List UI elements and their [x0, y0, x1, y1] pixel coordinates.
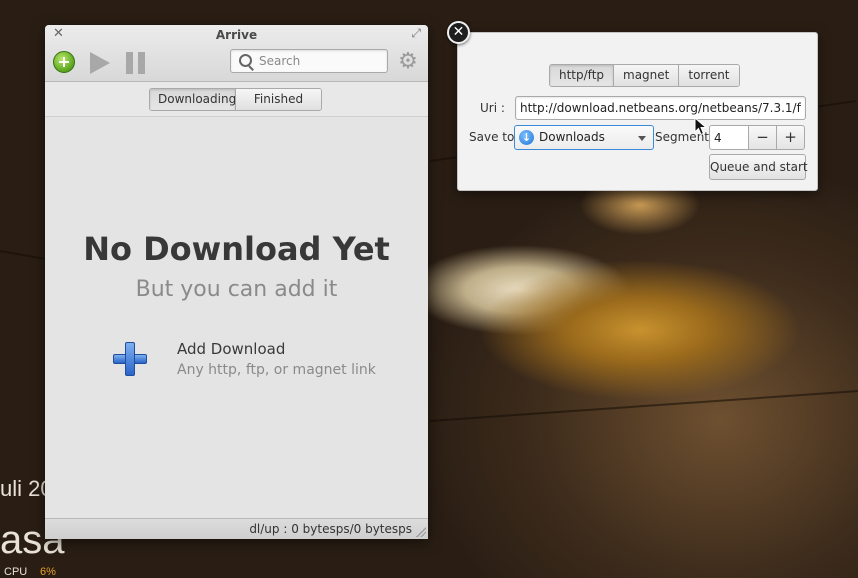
save-to-select[interactable]: Downloads: [514, 125, 654, 150]
tab-http-ftp[interactable]: http/ftp: [550, 65, 614, 86]
wood-groove: [429, 390, 858, 422]
desktop-cpu-value: 6%: [40, 566, 56, 578]
window-title: Arrive: [215, 28, 258, 42]
gear-icon[interactable]: ⚙: [397, 51, 419, 73]
transfer-rate: dl/up : 0 bytesps/0 bytesps: [249, 522, 412, 536]
uri-input[interactable]: [515, 96, 806, 120]
search-box[interactable]: [230, 49, 388, 73]
titlebar: ✕ Arrive ⤢ ⚙: [45, 25, 428, 82]
status-bar: dl/up : 0 bytesps/0 bytesps: [45, 518, 428, 539]
tab-torrent[interactable]: torrent: [678, 65, 739, 86]
segment-input[interactable]: [709, 125, 749, 150]
resize-grip-icon[interactable]: [416, 527, 426, 537]
desktop-cpu-label: CPU: [4, 566, 28, 578]
add-circle-icon[interactable]: [53, 51, 75, 73]
segment-decrease-button[interactable]: −: [748, 125, 777, 150]
download-folder-icon: [519, 130, 534, 145]
empty-subtitle: But you can add it: [135, 277, 338, 302]
download-tabs: Downloading Finished: [149, 88, 322, 111]
popover-close-icon[interactable]: ✕: [447, 21, 470, 44]
wood-groove: [0, 250, 45, 260]
uri-label: Uri :: [480, 101, 505, 115]
maximize-icon[interactable]: ⤢: [411, 26, 421, 41]
add-download-popover: http/ftp magnet torrent Uri : Save to : …: [457, 32, 818, 191]
search-icon: [239, 54, 252, 67]
segment-increase-button[interactable]: +: [776, 125, 805, 150]
mouse-cursor-icon: [694, 117, 708, 136]
arrive-window: ✕ Arrive ⤢ ⚙ Downloading Finished No Dow…: [45, 25, 428, 539]
tab-downloading[interactable]: Downloading: [150, 89, 236, 110]
save-to-value: Downloads: [539, 130, 605, 144]
add-download-label: Add Download: [177, 340, 286, 358]
search-input[interactable]: [259, 52, 381, 70]
pause-icon[interactable]: [126, 52, 146, 74]
protocol-tabs: http/ftp magnet torrent: [549, 64, 740, 87]
add-download-description: Any http, ftp, or magnet link: [177, 362, 376, 378]
chevron-down-icon: [638, 136, 646, 141]
empty-title: No Download Yet: [83, 230, 390, 268]
queue-and-start-button[interactable]: Queue and start: [709, 154, 808, 180]
add-download-action[interactable]: Add Download Any http, ftp, or magnet li…: [113, 338, 376, 384]
tab-bar: Downloading Finished: [45, 82, 428, 117]
add-plus-icon: [113, 342, 147, 376]
tab-magnet[interactable]: magnet: [613, 65, 679, 86]
tab-finished[interactable]: Finished: [235, 89, 321, 110]
play-icon[interactable]: [90, 52, 110, 74]
